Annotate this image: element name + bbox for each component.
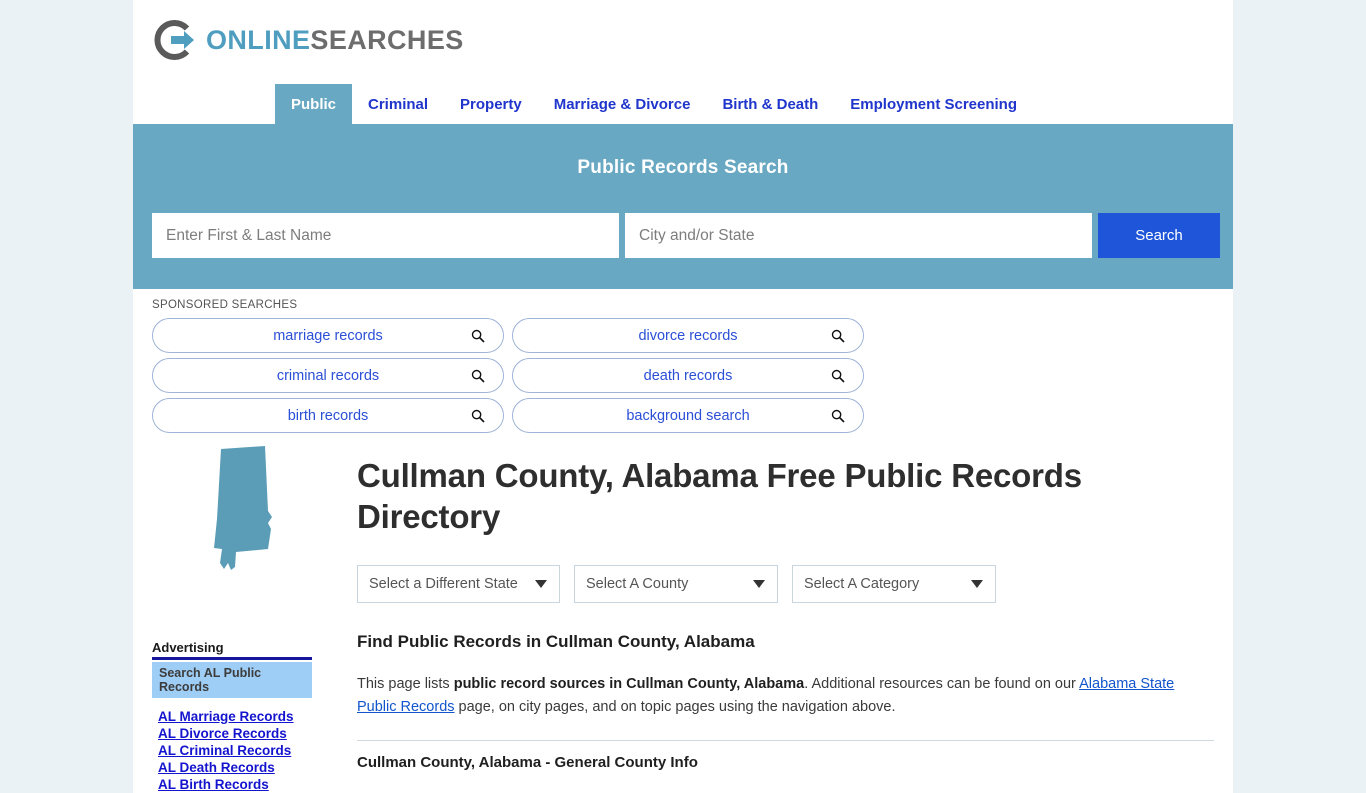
chevron-down-icon <box>753 580 765 589</box>
sponsored-pill-death-records[interactable]: death records <box>512 358 864 393</box>
sponsored-pill-criminal-records[interactable]: criminal records <box>152 358 504 393</box>
advertising-box: Advertising Search AL Public Records AL … <box>152 640 342 793</box>
sponsored-pill-birth-records[interactable]: birth records <box>152 398 504 433</box>
search-icon <box>831 369 845 383</box>
section-title: Find Public Records in Cullman County, A… <box>357 632 755 652</box>
search-icon <box>471 369 485 383</box>
sidebar-link-al-marriage-records[interactable]: AL Marriage Records <box>152 708 342 725</box>
sponsored-pill-marriage-records[interactable]: marriage records <box>152 318 504 353</box>
state-select[interactable]: Select a Different State <box>357 565 560 604</box>
chevron-down-icon <box>971 580 983 589</box>
advertising-link-list: AL Marriage Records AL Divorce Records A… <box>152 708 342 793</box>
intro-text-part3: page, on city pages, and on topic pages … <box>454 698 896 715</box>
sponsored-pill-label: birth records <box>287 407 369 424</box>
sponsored-pill-background-search[interactable]: background search <box>512 398 864 433</box>
sponsored-pill-grid: marriage records divorce records crimina… <box>152 318 1214 433</box>
public-records-search-banner: Public Records Search Search <box>133 124 1233 289</box>
search-al-public-records-button[interactable]: Search AL Public Records <box>152 662 312 698</box>
advertising-heading: Advertising <box>152 640 224 655</box>
site-header: ONLINESEARCHES <box>133 0 1233 84</box>
nav-item-property[interactable]: Property <box>444 84 538 124</box>
banner-title: Public Records Search <box>577 157 789 178</box>
page-container: ONLINESEARCHES Public Criminal Property … <box>133 0 1233 793</box>
logo-word-searches: SEARCHES <box>310 24 464 55</box>
sidebar-link-al-criminal-records[interactable]: AL Criminal Records <box>152 742 342 759</box>
search-icon <box>831 329 845 343</box>
sidebar: Advertising Search AL Public Records AL … <box>152 443 342 793</box>
content-divider <box>357 740 1214 742</box>
sponsored-pill-label: divorce records <box>638 327 738 344</box>
logo-word-online: ONLINE <box>206 24 311 55</box>
state-select-label: Select a Different State <box>369 576 518 593</box>
search-form: Search <box>152 213 1220 258</box>
sponsored-pill-label: criminal records <box>276 367 380 384</box>
page-title: Cullman County, Alabama Free Public Reco… <box>357 457 1082 535</box>
sponsored-pill-label: background search <box>626 407 750 424</box>
nav-item-marriage-divorce[interactable]: Marriage & Divorce <box>538 84 707 124</box>
category-select-label: Select A Category <box>804 576 920 593</box>
content-body: Advertising Search AL Public Records AL … <box>133 433 1233 793</box>
main-content: Cullman County, Alabama Free Public Reco… <box>342 443 1214 793</box>
intro-paragraph: This page lists public record sources in… <box>357 673 1214 718</box>
sponsored-searches: SPONSORED SEARCHES marriage records divo… <box>133 289 1233 433</box>
site-logo[interactable]: ONLINESEARCHES <box>152 17 464 63</box>
search-icon <box>471 409 485 423</box>
main-navigation: Public Criminal Property Marriage & Divo… <box>133 84 1233 124</box>
chevron-down-icon <box>535 580 547 589</box>
circle-arrow-logo-icon <box>152 17 198 63</box>
intro-bold-phrase: public record sources in Cullman County,… <box>453 676 805 693</box>
advertising-divider <box>152 657 312 660</box>
logo-wordmark: ONLINESEARCHES <box>206 24 464 55</box>
intro-text-part2: . Additional resources can be found on o… <box>804 676 1080 693</box>
sponsored-pill-divorce-records[interactable]: divorce records <box>512 318 864 353</box>
search-icon <box>471 329 485 343</box>
sponsored-pill-label: marriage records <box>273 327 383 344</box>
filter-dropdowns: Select a Different State Select A County… <box>357 565 1214 604</box>
nav-item-public[interactable]: Public <box>275 84 353 124</box>
sidebar-link-al-birth-records[interactable]: AL Birth Records <box>152 776 342 793</box>
search-button[interactable]: Search <box>1098 213 1220 258</box>
category-select[interactable]: Select A Category <box>792 565 996 604</box>
nav-item-employment-screening[interactable]: Employment Screening <box>834 84 1033 124</box>
sidebar-link-al-divorce-records[interactable]: AL Divorce Records <box>152 725 342 742</box>
name-search-input[interactable] <box>152 213 619 258</box>
intro-text-part1: This page lists <box>357 676 454 693</box>
general-county-info-title: Cullman County, Alabama - General County… <box>357 754 698 772</box>
sponsored-pill-label: death records <box>643 367 733 384</box>
sponsored-searches-label: SPONSORED SEARCHES <box>152 299 298 311</box>
location-search-input[interactable] <box>625 213 1092 258</box>
nav-item-criminal[interactable]: Criminal <box>352 84 444 124</box>
county-select-label: Select A County <box>586 576 689 593</box>
nav-item-birth-death[interactable]: Birth & Death <box>706 84 834 124</box>
county-select[interactable]: Select A County <box>574 565 778 604</box>
alabama-state-map-icon <box>208 445 342 578</box>
search-icon <box>831 409 845 423</box>
